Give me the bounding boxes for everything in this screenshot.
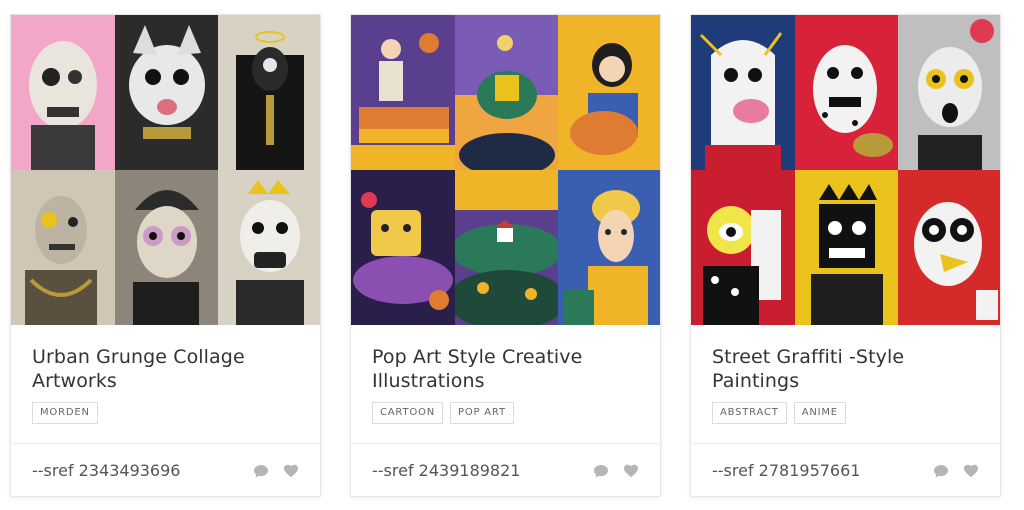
thumbnail-tile	[691, 15, 795, 170]
card-thumbnail[interactable]	[11, 15, 320, 325]
card-thumbnail[interactable]	[351, 15, 660, 325]
thumbnail-tile	[898, 170, 1000, 325]
comment-icon[interactable]	[933, 463, 949, 479]
thumbnail-tile	[691, 170, 795, 325]
thumbnail-tile	[11, 15, 115, 170]
card-footer: --sref 2781957661	[691, 444, 1000, 496]
thumbnail-tile	[795, 170, 898, 325]
thumbnail-tile	[218, 15, 320, 170]
thumbnail-tile	[11, 170, 115, 325]
tag-badge[interactable]: CARTOON	[372, 402, 443, 424]
heart-icon[interactable]	[283, 463, 299, 479]
thumbnail-tile	[218, 170, 320, 325]
heart-icon[interactable]	[963, 463, 979, 479]
card-body: Pop Art Style Creative Illustrations CAR…	[351, 325, 660, 444]
tag-badge[interactable]: ANIME	[793, 402, 846, 424]
card-title[interactable]: Urban Grunge Collage Artworks	[32, 345, 299, 393]
thumbnail-tile	[455, 15, 558, 170]
card-title[interactable]: Pop Art Style Creative Illustrations	[372, 345, 639, 393]
card-title[interactable]: Street Graffiti -Style Paintings	[712, 345, 979, 393]
card-actions	[933, 463, 979, 479]
comment-icon[interactable]	[253, 463, 269, 479]
thumbnail-tile	[558, 170, 660, 325]
thumbnail-tile	[558, 15, 660, 170]
tag-badge[interactable]: ABSTRACT	[712, 402, 787, 424]
comment-icon[interactable]	[593, 463, 609, 479]
thumbnail-tile	[455, 170, 558, 325]
thumbnail-tile	[351, 15, 455, 170]
tag-list: MORDEN	[32, 402, 299, 424]
card-grid: Urban Grunge Collage Artworks MORDEN --s…	[0, 0, 1024, 510]
style-card[interactable]: Street Graffiti -Style Paintings ABSTRAC…	[690, 14, 1001, 497]
thumbnail-tile	[115, 15, 218, 170]
tag-list: CARTOON POP ART	[372, 402, 639, 424]
card-footer: --sref 2439189821	[351, 444, 660, 496]
style-card[interactable]: Urban Grunge Collage Artworks MORDEN --s…	[10, 14, 321, 497]
thumbnail-tile	[898, 15, 1000, 170]
sref-code[interactable]: --sref 2343493696	[32, 461, 180, 480]
sref-code[interactable]: --sref 2439189821	[372, 461, 520, 480]
tag-list: ABSTRACT ANIME	[712, 402, 979, 424]
card-actions	[593, 463, 639, 479]
tag-badge[interactable]: POP ART	[449, 402, 514, 424]
card-body: Street Graffiti -Style Paintings ABSTRAC…	[691, 325, 1000, 444]
heart-icon[interactable]	[623, 463, 639, 479]
style-card[interactable]: Pop Art Style Creative Illustrations CAR…	[350, 14, 661, 497]
card-thumbnail[interactable]	[691, 15, 1000, 325]
thumbnail-tile	[351, 170, 455, 325]
card-body: Urban Grunge Collage Artworks MORDEN	[11, 325, 320, 444]
tag-badge[interactable]: MORDEN	[32, 402, 98, 424]
sref-code[interactable]: --sref 2781957661	[712, 461, 860, 480]
card-footer: --sref 2343493696	[11, 444, 320, 496]
thumbnail-tile	[115, 170, 218, 325]
card-actions	[253, 463, 299, 479]
thumbnail-tile	[795, 15, 898, 170]
